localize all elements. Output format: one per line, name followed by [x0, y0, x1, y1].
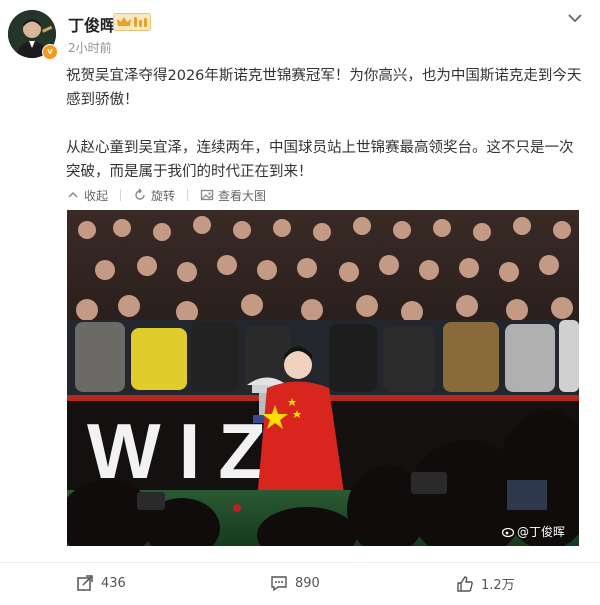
like-button[interactable]: 1.2万: [456, 574, 515, 593]
rotate-label: 旋转: [151, 188, 176, 203]
more-options-button[interactable]: [565, 10, 585, 26]
divider: [187, 189, 189, 201]
collapse-button[interactable]: 收起: [66, 187, 108, 204]
post-body: 祝贺吴宜泽夺得2026年斯诺克世锦赛冠军！为你高兴，也为中国斯诺克走到今天感到骄…: [66, 64, 586, 184]
weibo-logo-icon: [501, 527, 515, 537]
comment-count: 890: [295, 575, 320, 591]
post-photo[interactable]: WIZ @丁俊晖: [67, 210, 579, 546]
photo-scene: WIZ: [67, 210, 579, 546]
comment-icon: [271, 576, 287, 592]
comment-button[interactable]: 890: [270, 574, 320, 592]
watermark-text: @丁俊晖: [516, 525, 565, 539]
photo-watermark: @丁俊晖: [501, 523, 565, 540]
image-actions: 收起 旋转 查看大图: [66, 186, 278, 204]
post-timestamp: 2小时前: [68, 41, 112, 55]
rotate-button[interactable]: 旋转: [133, 187, 175, 204]
crown-icon: [117, 17, 147, 27]
vip-crown-badge[interactable]: [113, 13, 151, 31]
post-paragraph: 祝贺吴宜泽夺得2026年斯诺克世锦赛冠军！为你高兴，也为中国斯诺克走到今天感到骄…: [66, 68, 582, 108]
repost-count: 436: [101, 575, 126, 591]
repost-button[interactable]: 436: [76, 574, 126, 592]
chevron-down-icon: [568, 14, 582, 23]
collapse-label: 收起: [84, 188, 109, 203]
like-count: 1.2万: [481, 578, 515, 593]
share-icon: [77, 575, 93, 591]
verified-badge: v: [42, 44, 58, 60]
view-large-button[interactable]: 查看大图: [200, 187, 266, 204]
post-footer: 436 890 1.2万: [0, 562, 600, 605]
post-header: v 丁俊晖 2小时前: [0, 0, 600, 62]
thumbs-up-icon: [457, 575, 473, 592]
rotate-icon: [135, 188, 145, 200]
post-paragraph: 从赵心童到吴宜泽，连续两年，中国球员站上世锦赛最高领奖台。这不只是一次突破，而是…: [66, 140, 574, 180]
divider: [120, 189, 122, 201]
collapse-icon: [68, 191, 78, 198]
username[interactable]: 丁俊晖: [68, 12, 116, 36]
view-large-label: 查看大图: [218, 188, 267, 203]
image-icon: [200, 189, 214, 201]
